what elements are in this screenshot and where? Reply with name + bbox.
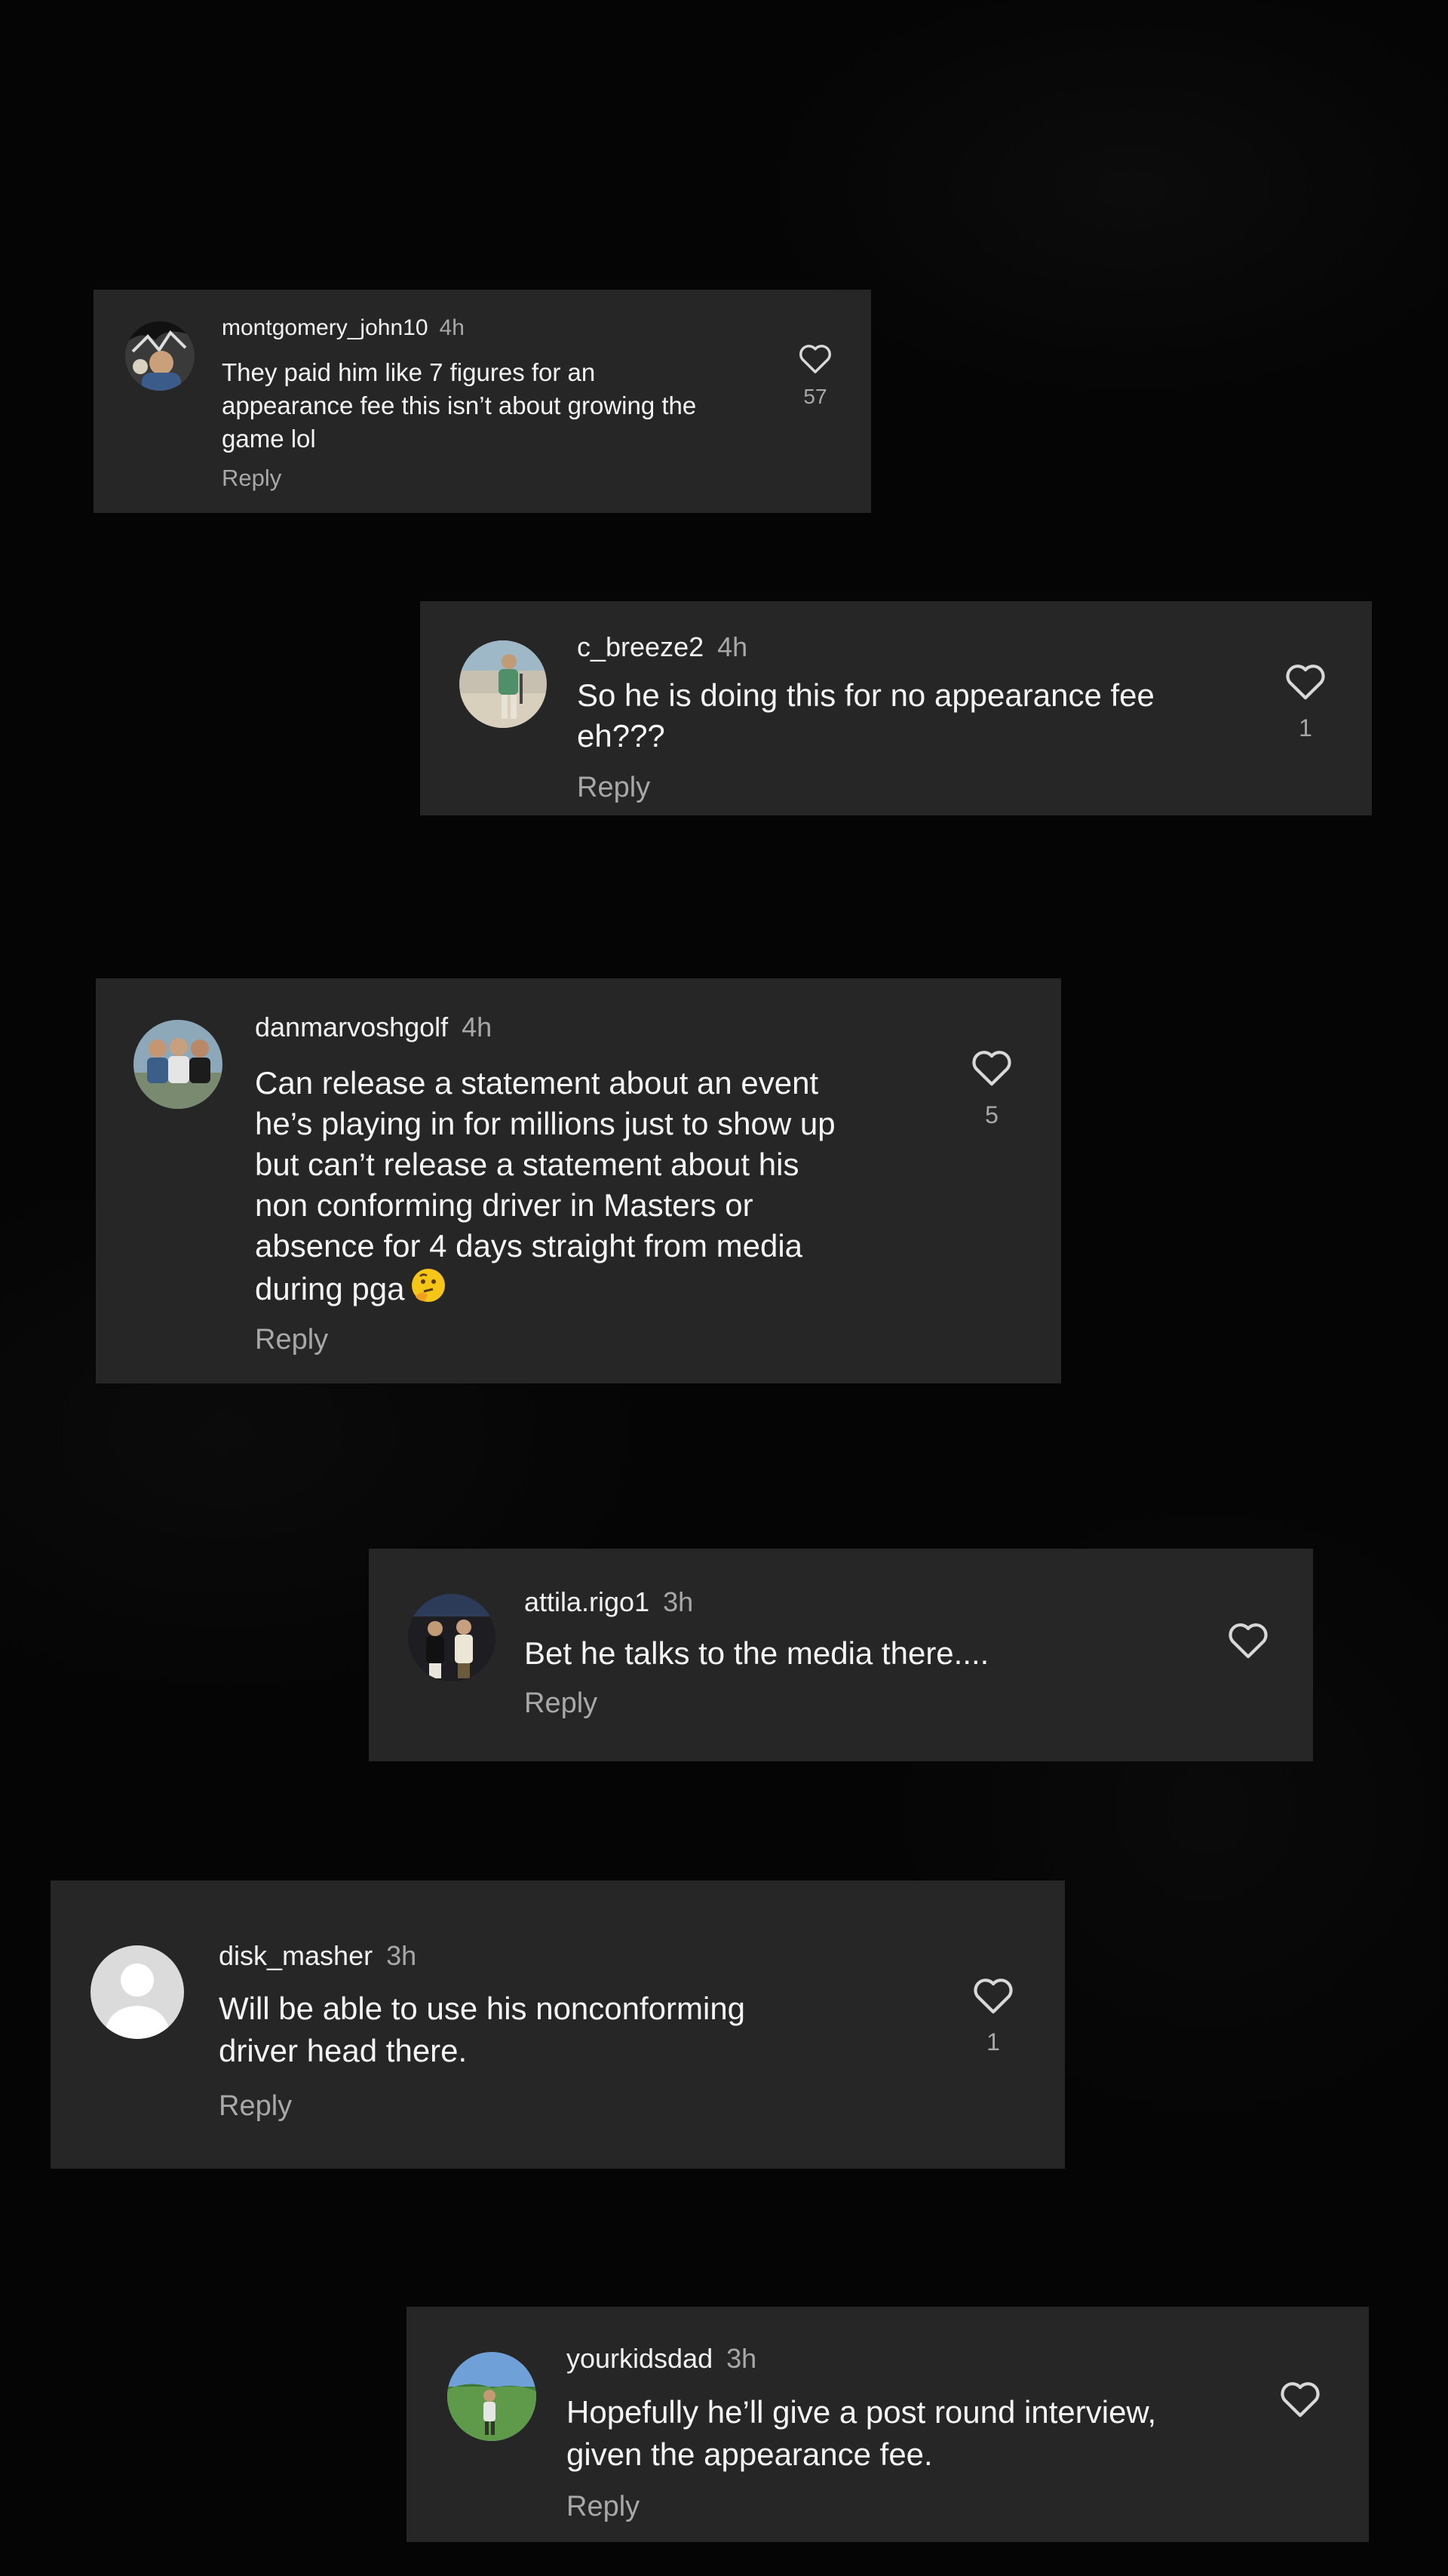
comment-header: attila.rigo1 3h: [524, 1586, 693, 1618]
comment-card: c_breeze2 4h So he is doing this for no a…: [420, 601, 1372, 815]
comment-card: attila.rigo1 3h Bet he talks to the media…: [369, 1549, 1313, 1761]
username-link[interactable]: montgomery_john10: [222, 315, 428, 340]
username-link[interactable]: disk_masher: [219, 1940, 373, 1971]
reply-button[interactable]: Reply: [577, 772, 650, 804]
comment-text: They paid him like 7 figures for an appe…: [222, 358, 697, 453]
comment-header: montgomery_john10 4h: [222, 315, 465, 341]
thinking-face-icon: [410, 1267, 447, 1314]
avatar[interactable]: [459, 640, 547, 728]
username-link[interactable]: danmarvoshgolf: [255, 1012, 448, 1042]
comment-card: montgomery_john10 4h They paid him like 7…: [94, 290, 871, 513]
like-heart-icon[interactable]: [1284, 662, 1327, 701]
like-count: 1: [986, 2028, 1000, 2056]
username-link[interactable]: c_breeze2: [577, 631, 704, 662]
reply-button[interactable]: Reply: [255, 1324, 328, 1356]
comment-text: Can release a statement about an event h…: [255, 1063, 836, 1314]
like-count: 1: [1299, 714, 1312, 741]
like-count: 57: [803, 385, 827, 408]
avatar[interactable]: [447, 2352, 536, 2441]
comment-text: Hopefully he’ll give a post round interv…: [566, 2394, 1157, 2472]
profile-photo-icon: [408, 1594, 495, 1681]
default-avatar-icon: [90, 1945, 184, 2039]
timestamp: 3h: [663, 1586, 694, 1617]
like-heart-icon[interactable]: [1279, 2379, 1321, 2418]
comment-header: yourkidsdad 3h: [566, 2343, 756, 2375]
like-heart-icon[interactable]: [972, 1976, 1014, 2015]
reply-button[interactable]: Reply: [524, 1687, 597, 1720]
comment-card: disk_masher 3h Will be able to use his no…: [51, 1881, 1065, 2169]
like-heart-icon[interactable]: [971, 1048, 1013, 1087]
username-link[interactable]: yourkidsdad: [566, 2343, 713, 2374]
comment-card: yourkidsdad 3h Hopefully he’ll give a pos…: [406, 2307, 1369, 2542]
comment-text: Will be able to use his nonconforming dr…: [219, 1991, 746, 2068]
avatar[interactable]: [90, 1945, 184, 2039]
timestamp: 4h: [462, 1012, 492, 1042]
avatar[interactable]: [133, 1020, 222, 1109]
comment-text: Bet he talks to the media there....: [524, 1635, 989, 1671]
comment-header: disk_masher 3h: [219, 1940, 416, 1972]
timestamp: 3h: [386, 1940, 417, 1971]
reply-button[interactable]: Reply: [222, 465, 281, 492]
comment-header: danmarvoshgolf 4h: [255, 1012, 492, 1043]
avatar[interactable]: [408, 1594, 495, 1681]
profile-photo-icon: [133, 1020, 222, 1109]
like-heart-icon[interactable]: [798, 342, 833, 374]
timestamp: 4h: [439, 315, 465, 340]
profile-photo-icon: [447, 2352, 536, 2441]
username-link[interactable]: attila.rigo1: [524, 1586, 649, 1617]
reply-button[interactable]: Reply: [566, 2491, 640, 2523]
comment-text-body: Can release a statement about an event h…: [255, 1065, 836, 1306]
timestamp: 4h: [717, 631, 748, 662]
comment-card: danmarvoshgolf 4h Can release a statement…: [96, 978, 1061, 1383]
profile-photo-icon: [125, 321, 195, 391]
like-heart-icon[interactable]: [1227, 1620, 1269, 1660]
timestamp: 3h: [726, 2343, 757, 2374]
reply-button[interactable]: Reply: [219, 2090, 292, 2123]
comment-text: So he is doing this for no appearance fe…: [577, 677, 1155, 754]
avatar[interactable]: [125, 321, 195, 391]
like-count: 5: [985, 1101, 999, 1128]
profile-photo-icon: [459, 640, 547, 728]
comment-header: c_breeze2 4h: [577, 631, 747, 663]
